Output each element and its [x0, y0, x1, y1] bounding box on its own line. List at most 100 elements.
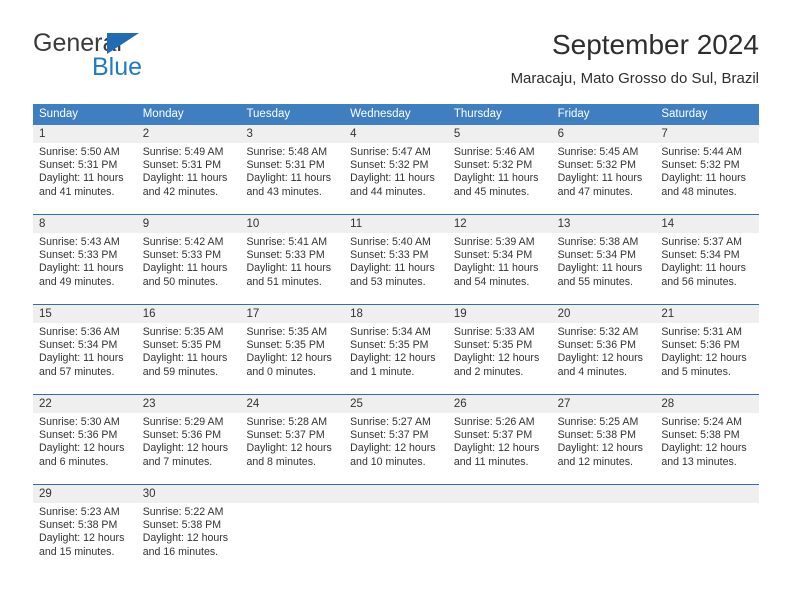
- day-cell[interactable]: 10 Sunrise: 5:41 AM Sunset: 5:33 PM Dayl…: [240, 215, 345, 297]
- day-cell[interactable]: 26 Sunrise: 5:26 AM Sunset: 5:37 PM Dayl…: [447, 395, 552, 477]
- day-cell[interactable]: 28 Sunrise: 5:24 AM Sunset: 5:38 PM Dayl…: [655, 395, 760, 477]
- day-cell[interactable]: 18 Sunrise: 5:34 AM Sunset: 5:35 PM Dayl…: [344, 305, 448, 387]
- day-cell[interactable]: 16 Sunrise: 5:35 AM Sunset: 5:35 PM Dayl…: [136, 305, 241, 387]
- day-cell[interactable]: 5 Sunrise: 5:46 AM Sunset: 5:32 PM Dayli…: [447, 125, 552, 207]
- weekday-sunday: Sunday: [39, 108, 79, 120]
- daylight-text-2: and 16 minutes.: [142, 545, 219, 558]
- day-details: Sunrise: 5:36 AM Sunset: 5:34 PM Dayligh…: [33, 323, 137, 379]
- day-cell[interactable]: 27 Sunrise: 5:25 AM Sunset: 5:38 PM Dayl…: [551, 395, 656, 477]
- day-number: 24: [240, 395, 345, 413]
- day-cell[interactable]: 3 Sunrise: 5:48 AM Sunset: 5:31 PM Dayli…: [240, 125, 345, 207]
- day-cell[interactable]: 21 Sunrise: 5:31 AM Sunset: 5:36 PM Dayl…: [655, 305, 760, 387]
- day-number: [344, 485, 448, 503]
- day-details: Sunrise: 5:39 AM Sunset: 5:34 PM Dayligh…: [447, 233, 552, 289]
- daylight-text-1: Daylight: 11 hours: [142, 262, 228, 275]
- sunset-text: Sunset: 5:37 PM: [453, 429, 533, 442]
- sunset-text: Sunset: 5:34 PM: [453, 249, 533, 262]
- day-details: [551, 503, 656, 506]
- daylight-text-2: and 57 minutes.: [39, 365, 115, 378]
- daylight-text-2: and 6 minutes.: [39, 455, 109, 468]
- daylight-text-1: Daylight: 12 hours: [557, 442, 643, 455]
- logo-text-blue: Blue: [92, 53, 143, 81]
- daylight-text-1: Daylight: 11 hours: [246, 172, 332, 185]
- day-cell[interactable]: 25 Sunrise: 5:27 AM Sunset: 5:37 PM Dayl…: [344, 395, 448, 477]
- day-details: Sunrise: 5:25 AM Sunset: 5:38 PM Dayligh…: [551, 413, 656, 469]
- day-cell[interactable]: 29 Sunrise: 5:23 AM Sunset: 5:38 PM Dayl…: [33, 485, 137, 567]
- sunset-text: Sunset: 5:34 PM: [557, 249, 636, 262]
- calendar-grid: Sunday Monday Tuesday Wednesday Thursday…: [33, 104, 760, 567]
- day-cell[interactable]: 20 Sunrise: 5:32 AM Sunset: 5:36 PM Dayl…: [551, 305, 656, 387]
- daylight-text-2: and 11 minutes.: [453, 455, 529, 468]
- sunrise-text: Sunrise: 5:44 AM: [661, 146, 742, 158]
- daylight-text-1: Daylight: 11 hours: [39, 262, 124, 275]
- day-cell[interactable]: 11 Sunrise: 5:40 AM Sunset: 5:33 PM Dayl…: [344, 215, 448, 297]
- page-subtitle: Maracaju, Mato Grosso do Sul, Brazil: [510, 70, 759, 87]
- daylight-text-2: and 47 minutes.: [557, 185, 633, 198]
- day-details: [344, 503, 448, 506]
- day-details: Sunrise: 5:31 AM Sunset: 5:36 PM Dayligh…: [655, 323, 760, 379]
- sunset-text: Sunset: 5:34 PM: [39, 339, 118, 352]
- day-cell[interactable]: 24 Sunrise: 5:28 AM Sunset: 5:37 PM Dayl…: [240, 395, 345, 477]
- day-details: Sunrise: 5:48 AM Sunset: 5:31 PM Dayligh…: [240, 143, 345, 199]
- sunset-text: Sunset: 5:32 PM: [557, 159, 636, 172]
- daylight-text-2: and 0 minutes.: [246, 365, 316, 378]
- day-cell[interactable]: 9 Sunrise: 5:42 AM Sunset: 5:33 PM Dayli…: [136, 215, 241, 297]
- day-cell[interactable]: 15 Sunrise: 5:36 AM Sunset: 5:34 PM Dayl…: [33, 305, 137, 387]
- daylight-text-1: Daylight: 12 hours: [661, 442, 747, 455]
- day-number: [655, 485, 760, 503]
- weekday-tuesday: Tuesday: [246, 108, 291, 120]
- day-cell[interactable]: 2 Sunrise: 5:49 AM Sunset: 5:31 PM Dayli…: [136, 125, 241, 207]
- sunset-text: Sunset: 5:38 PM: [142, 519, 222, 532]
- day-cell[interactable]: 22 Sunrise: 5:30 AM Sunset: 5:36 PM Dayl…: [33, 395, 137, 477]
- day-number: 30: [136, 485, 241, 503]
- day-cell[interactable]: 30 Sunrise: 5:22 AM Sunset: 5:38 PM Dayl…: [136, 485, 241, 567]
- daylight-text-1: Daylight: 12 hours: [39, 442, 125, 455]
- day-cell[interactable]: 12 Sunrise: 5:39 AM Sunset: 5:34 PM Dayl…: [447, 215, 552, 297]
- daylight-text-1: Daylight: 12 hours: [453, 352, 540, 365]
- day-cell-empty: [240, 485, 345, 567]
- sunset-text: Sunset: 5:37 PM: [350, 429, 429, 442]
- sunrise-text: Sunrise: 5:26 AM: [453, 416, 535, 428]
- sunset-text: Sunset: 5:36 PM: [39, 429, 118, 442]
- day-cell[interactable]: 4 Sunrise: 5:47 AM Sunset: 5:32 PM Dayli…: [344, 125, 448, 207]
- daylight-text-2: and 13 minutes.: [661, 455, 737, 468]
- daylight-text-1: Daylight: 11 hours: [142, 352, 228, 365]
- daylight-text-2: and 7 minutes.: [142, 455, 213, 468]
- day-cell[interactable]: 7 Sunrise: 5:44 AM Sunset: 5:32 PM Dayli…: [655, 125, 760, 207]
- sunrise-text: Sunrise: 5:30 AM: [39, 416, 120, 428]
- daylight-text-2: and 50 minutes.: [142, 275, 219, 288]
- day-cell[interactable]: 23 Sunrise: 5:29 AM Sunset: 5:36 PM Dayl…: [136, 395, 241, 477]
- sunset-text: Sunset: 5:38 PM: [557, 429, 636, 442]
- day-number: [240, 485, 345, 503]
- daylight-text-1: Daylight: 11 hours: [39, 172, 124, 185]
- day-cell[interactable]: 8 Sunrise: 5:43 AM Sunset: 5:33 PM Dayli…: [33, 215, 137, 297]
- day-cell[interactable]: 6 Sunrise: 5:45 AM Sunset: 5:32 PM Dayli…: [551, 125, 656, 207]
- day-details: Sunrise: 5:23 AM Sunset: 5:38 PM Dayligh…: [33, 503, 137, 559]
- day-cell[interactable]: 14 Sunrise: 5:37 AM Sunset: 5:34 PM Dayl…: [655, 215, 760, 297]
- daylight-text-2: and 51 minutes.: [246, 275, 322, 288]
- day-cell[interactable]: 19 Sunrise: 5:33 AM Sunset: 5:35 PM Dayl…: [447, 305, 552, 387]
- day-details: Sunrise: 5:49 AM Sunset: 5:31 PM Dayligh…: [136, 143, 241, 199]
- day-cell-empty: [447, 485, 552, 567]
- day-number: 17: [240, 305, 345, 323]
- day-details: Sunrise: 5:22 AM Sunset: 5:38 PM Dayligh…: [136, 503, 241, 559]
- sunrise-text: Sunrise: 5:49 AM: [142, 146, 224, 158]
- sunset-text: Sunset: 5:35 PM: [246, 339, 325, 352]
- daylight-text-2: and 49 minutes.: [39, 275, 115, 288]
- day-cell[interactable]: 17 Sunrise: 5:35 AM Sunset: 5:35 PM Dayl…: [240, 305, 345, 387]
- daylight-text-2: and 1 minute.: [350, 365, 415, 378]
- sunrise-text: Sunrise: 5:37 AM: [661, 236, 742, 248]
- day-details: Sunrise: 5:47 AM Sunset: 5:32 PM Dayligh…: [344, 143, 448, 199]
- sunset-text: Sunset: 5:32 PM: [350, 159, 429, 172]
- page-header: General Blue September 2024 Maracaju, Ma…: [33, 28, 759, 94]
- day-details: Sunrise: 5:32 AM Sunset: 5:36 PM Dayligh…: [551, 323, 656, 379]
- sunrise-text: Sunrise: 5:32 AM: [557, 326, 639, 338]
- day-cell[interactable]: 1 Sunrise: 5:50 AM Sunset: 5:31 PM Dayli…: [33, 125, 137, 207]
- sunset-text: Sunset: 5:35 PM: [350, 339, 429, 352]
- day-details: Sunrise: 5:35 AM Sunset: 5:35 PM Dayligh…: [240, 323, 345, 379]
- title-block: September 2024 Maracaju, Mato Grosso do …: [511, 28, 759, 90]
- day-number: 22: [33, 395, 137, 413]
- day-cell[interactable]: 13 Sunrise: 5:38 AM Sunset: 5:34 PM Dayl…: [551, 215, 656, 297]
- sunrise-text: Sunrise: 5:40 AM: [350, 236, 431, 248]
- sunrise-text: Sunrise: 5:39 AM: [453, 236, 535, 248]
